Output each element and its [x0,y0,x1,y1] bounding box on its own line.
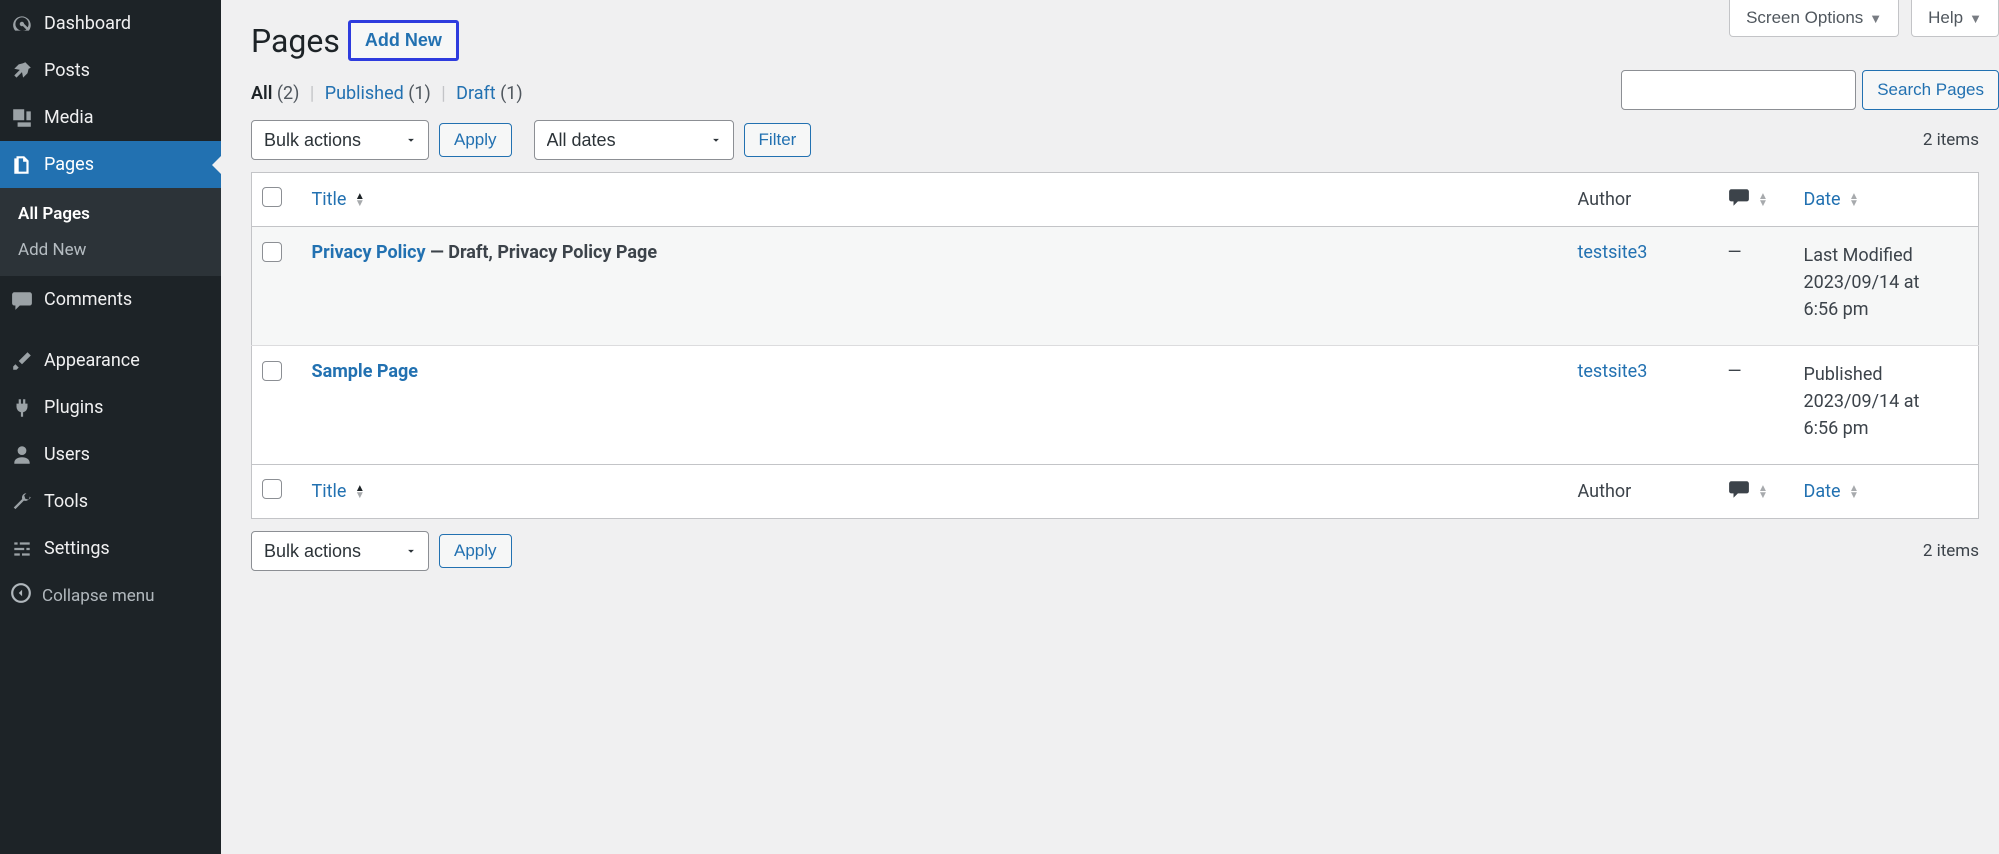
sidebar-subitem-add-new[interactable]: Add New [0,232,221,268]
user-icon [10,443,34,467]
sliders-icon [10,537,34,561]
search-input[interactable] [1621,70,1856,110]
sort-icon: ▲▼ [1758,193,1768,207]
help-toggle[interactable]: Help ▼ [1911,0,1999,37]
row-date: Last Modified 2023/09/14 at 6:56 pm [1794,227,1979,346]
sidebar-submenu-pages: All Pages Add New [0,188,221,276]
tablenav-top: Bulk actions Apply All dates Filter 2 it… [251,120,1979,160]
sidebar-item-label: Settings [44,538,110,559]
help-label: Help [1928,8,1963,28]
sidebar-subitem-all-pages[interactable]: All Pages [0,196,221,232]
sort-icon: ▲▼ [355,193,365,207]
column-author-footer[interactable]: Author [1568,465,1718,519]
pin-icon [10,59,34,83]
column-author[interactable]: Author [1568,173,1718,227]
search-pages-button[interactable]: Search Pages [1862,70,1999,110]
screen-options-label: Screen Options [1746,8,1863,28]
filter-all[interactable]: All (2) [251,83,299,104]
comment-icon [1728,478,1750,505]
collapse-icon [10,582,32,609]
main-content: Screen Options ▼ Help ▼ Pages Add New Al… [221,0,1999,854]
apply-bulk-button[interactable]: Apply [439,123,512,157]
collapse-menu[interactable]: Collapse menu [0,572,221,619]
sidebar-item-label: Dashboard [44,13,131,34]
sort-icon: ▲▼ [355,485,365,499]
screen-options-toggle[interactable]: Screen Options ▼ [1729,0,1899,37]
sidebar-item-label: Appearance [44,350,140,371]
sidebar-item-label: Comments [44,289,132,310]
sidebar-item-settings[interactable]: Settings [0,525,221,572]
sidebar-item-label: Media [44,107,94,128]
dashboard-icon [10,12,34,36]
sidebar-item-pages[interactable]: Pages [0,141,221,188]
table-row: Sample Page testsite3 — Published 2023/0… [252,346,1979,465]
author-link[interactable]: testsite3 [1578,242,1648,263]
sidebar-item-comments[interactable]: Comments [0,276,221,323]
sort-icon: ▲▼ [1849,485,1859,499]
pages-icon [10,153,34,177]
filter-published[interactable]: Published (1) [325,83,431,104]
page-title: Pages [251,22,340,60]
filter-draft[interactable]: Draft (1) [456,83,523,104]
sidebar-item-label: Posts [44,60,90,81]
page-state: — Draft, Privacy Policy Page [426,242,657,263]
bulk-actions-select-bottom[interactable]: Bulk actions [251,531,429,571]
brush-icon [10,349,34,373]
column-date[interactable]: Date ▲▼ [1794,173,1979,227]
column-date-footer[interactable]: Date ▲▼ [1794,465,1979,519]
table-row: Privacy Policy — Draft, Privacy Policy P… [252,227,1979,346]
wrench-icon [10,490,34,514]
sidebar-item-users[interactable]: Users [0,431,221,478]
media-icon [10,106,34,130]
row-comments: — [1718,346,1794,465]
sidebar-item-label: Tools [44,491,88,512]
sidebar-item-plugins[interactable]: Plugins [0,384,221,431]
sort-icon: ▲▼ [1758,485,1768,499]
admin-sidebar: Dashboard Posts Media Pages All Pages Ad… [0,0,221,854]
caret-down-icon: ▼ [1869,11,1882,26]
sidebar-item-posts[interactable]: Posts [0,47,221,94]
sidebar-item-media[interactable]: Media [0,94,221,141]
sidebar-item-appearance[interactable]: Appearance [0,337,221,384]
apply-bulk-button-bottom[interactable]: Apply [439,534,512,568]
caret-down-icon: ▼ [1969,11,1982,26]
row-date: Published 2023/09/14 at 6:56 pm [1794,346,1979,465]
column-comments-footer[interactable]: ▲▼ [1718,465,1794,519]
row-checkbox[interactable] [262,361,282,381]
row-comments: — [1718,227,1794,346]
column-title[interactable]: Title ▲▼ [302,173,1568,227]
select-all-checkbox[interactable] [262,187,282,207]
items-count-top: 2 items [1923,130,1979,150]
sidebar-item-dashboard[interactable]: Dashboard [0,0,221,47]
sidebar-item-label: Pages [44,154,94,175]
select-all-checkbox-bottom[interactable] [262,479,282,499]
comments-icon [10,288,34,312]
pages-table: Title ▲▼ Author ▲▼ Date ▲▼ [251,172,1979,519]
bulk-actions-select[interactable]: Bulk actions [251,120,429,160]
row-checkbox[interactable] [262,242,282,262]
column-title-footer[interactable]: Title ▲▼ [302,465,1568,519]
items-count-bottom: 2 items [1923,541,1979,561]
date-filter-select[interactable]: All dates [534,120,734,160]
column-comments[interactable]: ▲▼ [1718,173,1794,227]
plug-icon [10,396,34,420]
sort-icon: ▲▼ [1849,193,1859,207]
author-link[interactable]: testsite3 [1578,361,1648,382]
sidebar-item-tools[interactable]: Tools [0,478,221,525]
sidebar-item-label: Plugins [44,397,103,418]
page-title-link[interactable]: Sample Page [312,361,419,382]
sidebar-item-label: Users [44,444,90,465]
tablenav-bottom: Bulk actions Apply 2 items [251,531,1979,571]
top-right-tabs: Screen Options ▼ Help ▼ [1729,0,1999,37]
page-header: Pages Add New [251,0,1979,61]
page-title-link[interactable]: Privacy Policy [312,242,426,263]
filter-button[interactable]: Filter [744,123,812,157]
comment-icon [1728,186,1750,213]
search-box: Search Pages [1621,70,1999,110]
collapse-label: Collapse menu [42,586,155,606]
add-new-button[interactable]: Add New [348,20,459,61]
